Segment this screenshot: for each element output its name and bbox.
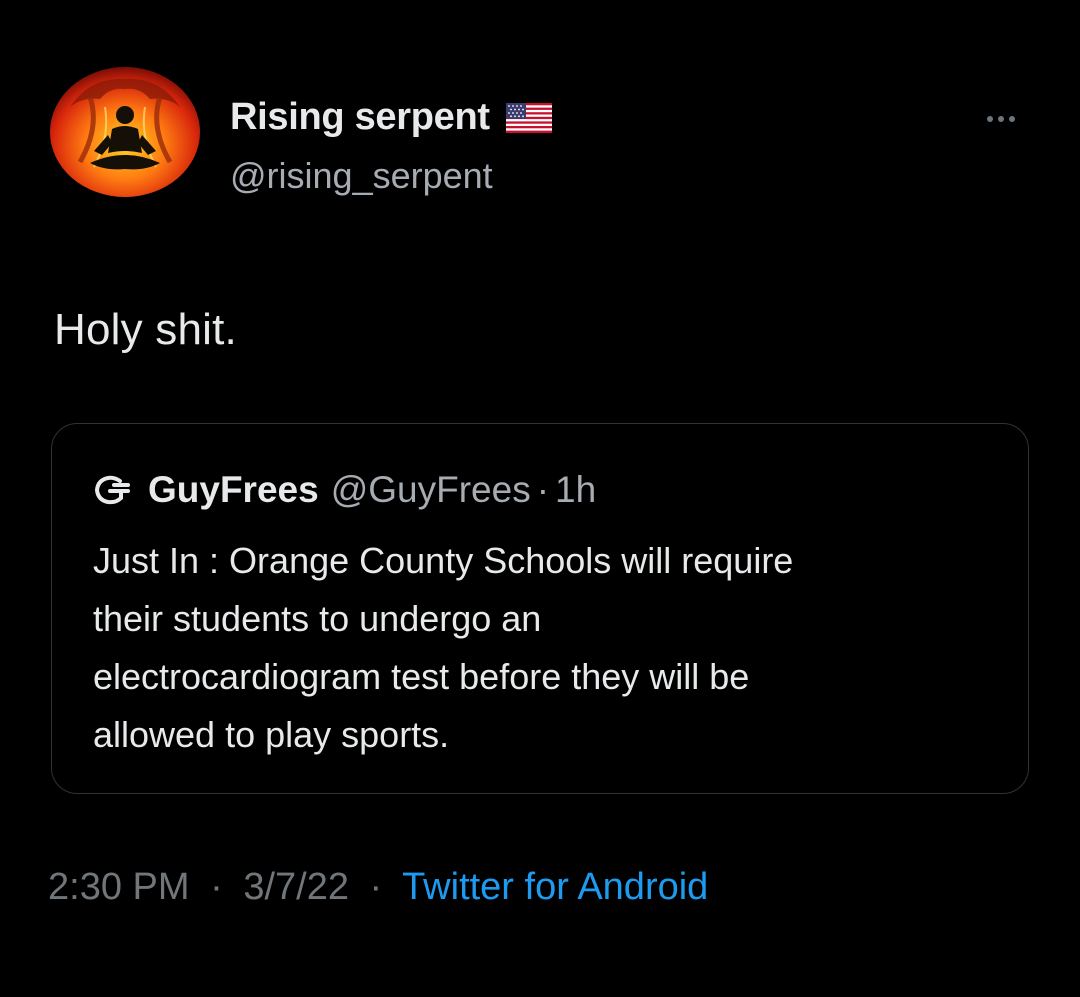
meditating-figure-avatar-icon <box>50 67 200 197</box>
dot <box>1009 116 1015 122</box>
quoted-handle[interactable]: @GuyFrees <box>331 469 531 511</box>
quoted-tweet-text: Just In : Orange County Schools will req… <box>93 532 993 764</box>
guyfrees-logo-icon[interactable] <box>90 469 132 511</box>
dot <box>987 116 993 122</box>
quoted-tweet-card[interactable]: GuyFrees @GuyFrees · 1h Just In : Orange… <box>51 423 1029 794</box>
more-options-icon[interactable] <box>983 112 1019 126</box>
meta-separator: · <box>210 866 223 908</box>
meta-separator: · <box>369 866 383 908</box>
tweet-time[interactable]: 2:30 PM <box>48 866 190 908</box>
author-name-row[interactable]: Rising serpent <box>230 96 552 139</box>
author-handle[interactable]: @rising_serpent <box>230 155 493 197</box>
tweet-metadata: 2:30 PM · 3/7/22 · Twitter for Android <box>48 866 708 909</box>
tweet-date[interactable]: 3/7/22 <box>243 866 349 908</box>
quoted-text-line: allowed to play sports. <box>93 714 450 755</box>
quoted-text-line: their students to undergo an <box>93 598 542 639</box>
quoted-separator: · <box>536 469 550 510</box>
quoted-display-name[interactable]: GuyFrees <box>148 469 319 511</box>
quoted-text-line: Just In : Orange County Schools will req… <box>93 540 794 581</box>
author-avatar[interactable] <box>50 67 200 197</box>
tweet-detail: Rising serpent @rising_serpent Holy shit… <box>0 0 1080 997</box>
quoted-text-line: electrocardiogram test before they will … <box>93 656 750 697</box>
tweet-source-link[interactable]: Twitter for Android <box>402 866 708 908</box>
author-display-name: Rising serpent <box>230 96 490 138</box>
tweet-text: Holy shit. <box>54 305 237 354</box>
quoted-tweet-header: GuyFrees @GuyFrees · 1h <box>90 469 596 511</box>
us-flag-icon <box>505 102 552 133</box>
dot <box>998 116 1004 122</box>
quoted-timestamp[interactable]: 1h <box>555 469 596 511</box>
